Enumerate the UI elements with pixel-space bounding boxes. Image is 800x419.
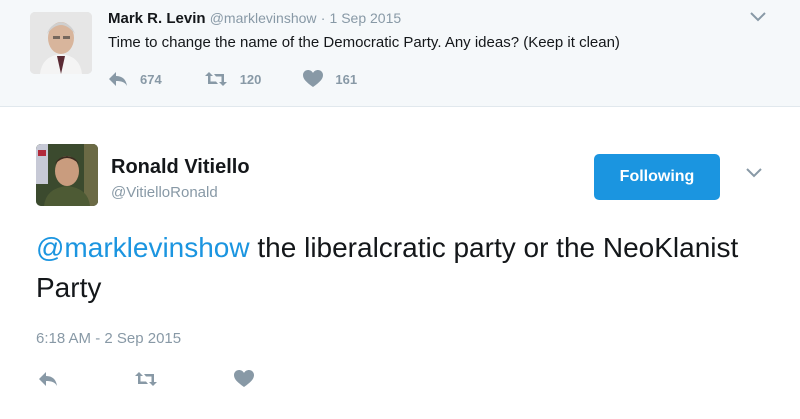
retweet-count: 120 [239, 71, 262, 87]
parent-like-button[interactable]: 161 [303, 70, 357, 88]
parent-retweet-button[interactable]: 120 [204, 71, 262, 87]
tweet-timestamp[interactable]: 6:18 AM - 2 Sep 2015 [36, 330, 181, 347]
parent-tweet-text: Time to change the name of the Democrati… [108, 34, 620, 51]
chevron-down-icon[interactable] [750, 12, 766, 22]
author-handle[interactable]: @VitielloRonald [111, 184, 218, 201]
reply-icon [109, 72, 127, 86]
parent-actions: 674 120 161 [108, 70, 399, 88]
parent-reply-button[interactable]: 674 [108, 71, 162, 87]
parent-author-name[interactable]: Mark R. Levin [108, 10, 206, 27]
retweet-icon [135, 372, 157, 386]
following-button[interactable]: Following [594, 154, 720, 200]
parent-header: Mark R. Levin @marklevinshow · 1 Sep 201… [108, 10, 401, 27]
parent-date[interactable]: 1 Sep 2015 [330, 10, 402, 26]
like-icon [234, 370, 254, 387]
mention-link[interactable]: @marklevinshow [36, 232, 250, 263]
reply-count: 674 [140, 71, 162, 87]
like-count: 161 [335, 71, 358, 87]
chevron-down-icon[interactable] [746, 168, 762, 178]
parent-author-handle[interactable]: @marklevinshow [210, 10, 317, 26]
retweet-button[interactable] [134, 371, 158, 387]
tweet-actions [38, 370, 330, 388]
tweet-text: @marklevinshow the liberalcratic party o… [36, 228, 756, 308]
parent-tweet[interactable]: Mark R. Levin @marklevinshow · 1 Sep 201… [0, 0, 800, 107]
reply-button[interactable] [38, 371, 58, 387]
parent-avatar[interactable] [30, 12, 92, 74]
retweet-icon [204, 72, 227, 86]
author-avatar[interactable] [36, 144, 98, 206]
reply-icon [39, 372, 57, 386]
like-icon [303, 70, 324, 87]
like-button[interactable] [234, 370, 254, 388]
author-name[interactable]: Ronald Vitiello [111, 156, 250, 179]
separator-dot: · [320, 10, 326, 26]
